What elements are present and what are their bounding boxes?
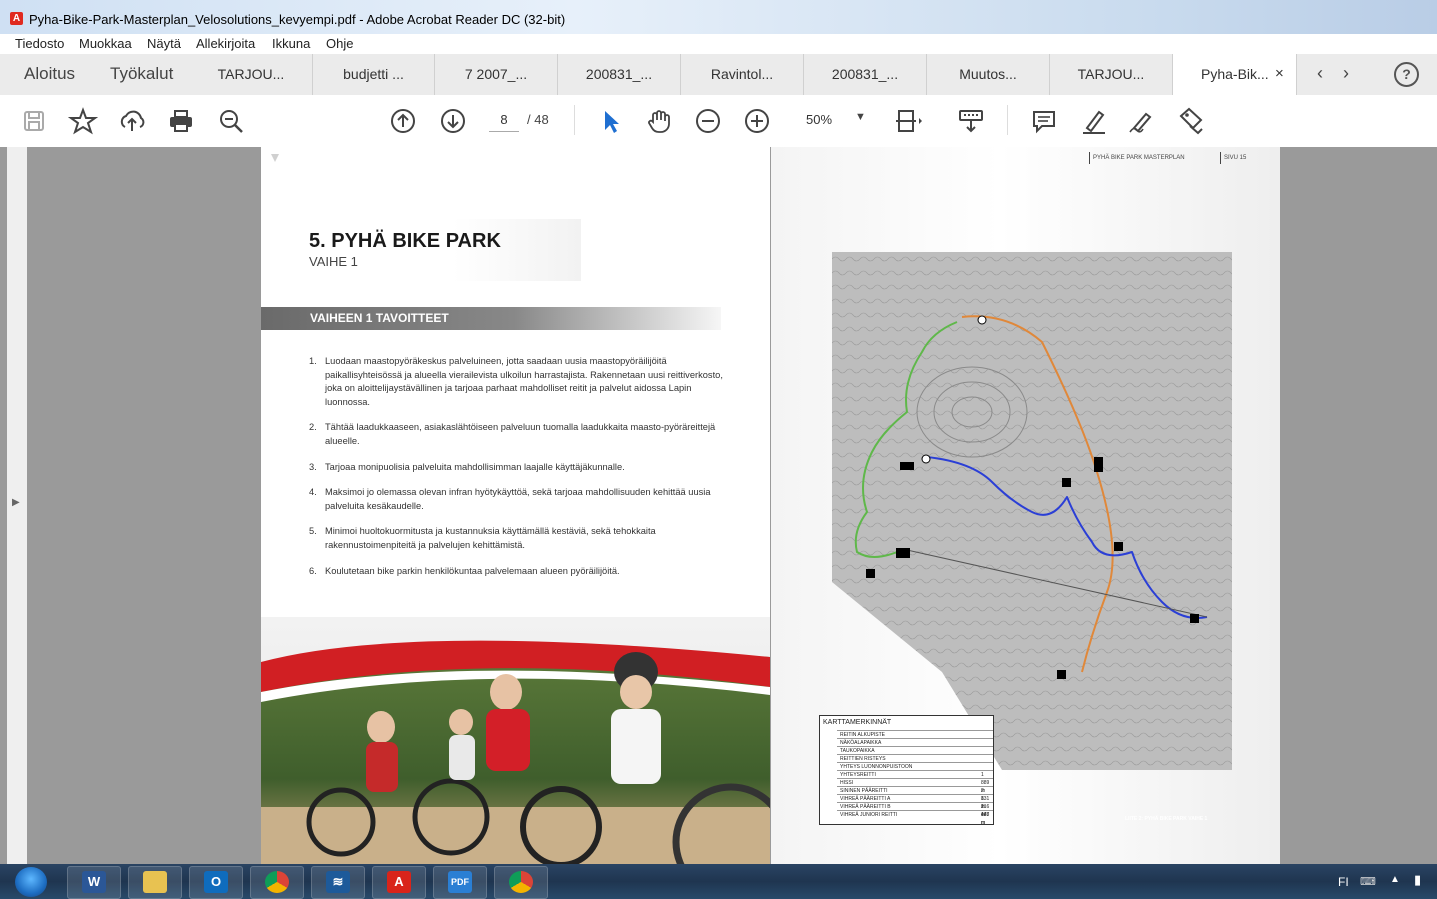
list-item: 6. Koulutetaan bike parkin henkilökuntaa … xyxy=(309,565,620,576)
print-icon[interactable] xyxy=(166,106,196,136)
section-title: VAIHEEN 1 TAVOITTEET xyxy=(310,311,449,325)
list-item: 2. Tähtää laadukkaaseen, asiakaslähtöisee… xyxy=(309,422,716,446)
sign-icon[interactable] xyxy=(1127,106,1157,136)
list-item: 1. Luodaan maastopyöräkeskus palveluineen… xyxy=(309,356,723,407)
tabs-prev-icon[interactable]: ‹ xyxy=(1317,63,1323,84)
select-pointer-icon[interactable] xyxy=(596,106,626,136)
list-item: 4. Maksimoi jo olemassa olevan infran hyö… xyxy=(309,487,711,511)
chrome-icon[interactable] xyxy=(494,866,548,899)
upload-cloud-icon[interactable] xyxy=(117,106,147,136)
chrome-icon[interactable] xyxy=(250,866,304,899)
tab-home[interactable]: Aloitus xyxy=(24,64,75,84)
menu-view[interactable]: Näytä xyxy=(147,36,181,51)
menu-edit[interactable]: Muokkaa xyxy=(79,36,132,51)
tray-expand-icon[interactable]: ▲ xyxy=(1390,874,1400,885)
page-header: PYHÄ BIKE PARK MASTERPLAN xyxy=(1089,152,1185,164)
doc-tab[interactable]: 200831_... xyxy=(804,54,927,95)
workspace-margin xyxy=(1280,147,1437,864)
zoom-in-icon[interactable] xyxy=(742,106,772,136)
logo-icon xyxy=(271,154,279,162)
doc-tab[interactable]: TARJOU... xyxy=(190,54,313,95)
wifi-icon[interactable]: ≋ xyxy=(311,866,365,899)
tab-bar: Aloitus Työkalut TARJOU... budjetti ... … xyxy=(0,54,1437,96)
title-bar: A Pyha-Bike-Park-Masterplan_Velosolution… xyxy=(0,0,1437,34)
expand-panel-icon[interactable]: ▶ xyxy=(12,497,20,508)
comment-icon[interactable] xyxy=(1029,106,1059,136)
page-total: / 48 xyxy=(527,112,549,127)
acrobat-icon: A xyxy=(10,12,23,25)
divider xyxy=(574,105,575,135)
cyclists-photo xyxy=(261,617,770,864)
left-panel-toggle[interactable]: ▶ xyxy=(7,147,27,864)
map-legend: KARTTAMERKINNÄT REITIN ALKUPISTE NÄKÖALA… xyxy=(819,715,994,826)
page-subheading: VAIHE 1 xyxy=(309,254,358,269)
page-number-label: SIVU 15 xyxy=(1220,152,1246,164)
doc-tab[interactable]: 200831_... xyxy=(558,54,681,95)
action-center-icon[interactable]: ▮ xyxy=(1414,872,1421,888)
page-heading: 5. PYHÄ BIKE PARK xyxy=(309,230,501,252)
list-item: 3. Tarjoaa monipuolisia palveluita mahdol… xyxy=(309,461,625,472)
next-page-icon[interactable] xyxy=(438,106,468,136)
legend-title: KARTTAMERKINNÄT xyxy=(823,719,892,726)
menu-window[interactable]: Ikkuna xyxy=(272,36,310,51)
zoom-level-select[interactable]: 50% xyxy=(806,112,832,127)
menu-file[interactable]: Tiedosto xyxy=(15,36,64,51)
menu-help[interactable]: Ohje xyxy=(326,36,353,51)
pdf-page-right: PYHÄ BIKE PARK MASTERPLAN SIVU 15 KARTTA… xyxy=(771,147,1280,864)
zoom-out-icon[interactable] xyxy=(693,106,723,136)
fill-sign-icon[interactable] xyxy=(1176,106,1206,136)
star-icon[interactable] xyxy=(67,106,99,136)
doc-tab[interactable]: 7 2007_... xyxy=(435,54,558,95)
window-title: Pyha-Bike-Park-Masterplan_Velosolutions_… xyxy=(29,12,566,27)
keyboard-scroll-icon[interactable] xyxy=(956,106,986,136)
trail-map xyxy=(832,252,1232,770)
pdf-page-left: 5. PYHÄ BIKE PARK VAIHE 1 VAIHEEN 1 TAVO… xyxy=(261,147,770,864)
save-icon[interactable] xyxy=(19,106,49,136)
doc-tab[interactable]: Muutos... xyxy=(927,54,1050,95)
acrobat-icon[interactable]: A xyxy=(372,866,426,899)
chevron-down-icon[interactable]: ▼ xyxy=(855,111,866,123)
close-tab-icon[interactable]: × xyxy=(1275,65,1284,82)
help-icon[interactable]: ? xyxy=(1394,62,1419,87)
legend-row: VIHREÄ JUNIORI REITTI 135 m xyxy=(837,810,993,826)
tabs-next-icon[interactable]: › xyxy=(1343,63,1349,84)
keyboard-icon[interactable]: ⌨ xyxy=(1360,875,1376,888)
doc-tab[interactable]: budjetti ... xyxy=(313,54,435,95)
windows-taskbar: W O ≋ A PDF FI ⌨ ▲ ▮ xyxy=(0,864,1437,899)
list-item: 5. Minimoi huoltokuormitusta ja kustannuk… xyxy=(309,526,656,550)
menu-bar: Tiedosto Muokkaa Näytä Allekirjoita Ikku… xyxy=(0,34,1437,54)
outlook-icon[interactable]: O xyxy=(189,866,243,899)
fit-page-icon[interactable] xyxy=(893,106,923,136)
page-number-input[interactable]: 8 xyxy=(489,109,519,132)
prev-page-icon[interactable] xyxy=(388,106,418,136)
doc-tab[interactable]: Ravintol... xyxy=(681,54,804,95)
hand-tool-icon[interactable] xyxy=(644,106,674,136)
menu-sign[interactable]: Allekirjoita xyxy=(196,36,255,51)
file-explorer-icon[interactable] xyxy=(128,866,182,899)
toolbar: 8 / 48 50% ▼ xyxy=(0,95,1437,148)
map-caption: LIITE 2: PYHÄ BIKE PARK VAIHE 1 xyxy=(1125,816,1208,822)
start-button[interactable] xyxy=(15,867,47,897)
highlight-pen-icon[interactable] xyxy=(1079,106,1109,136)
word-icon[interactable]: W xyxy=(67,866,121,899)
tab-tools[interactable]: Työkalut xyxy=(110,64,173,84)
pdf-icon[interactable]: PDF xyxy=(433,866,487,899)
doc-tab[interactable]: TARJOU... xyxy=(1050,54,1173,95)
language-indicator[interactable]: FI xyxy=(1338,875,1349,889)
goals-list: 1. Luodaan maastopyöräkeskus palveluineen… xyxy=(309,355,729,590)
zoom-search-icon[interactable] xyxy=(216,106,246,136)
divider xyxy=(1007,105,1008,135)
